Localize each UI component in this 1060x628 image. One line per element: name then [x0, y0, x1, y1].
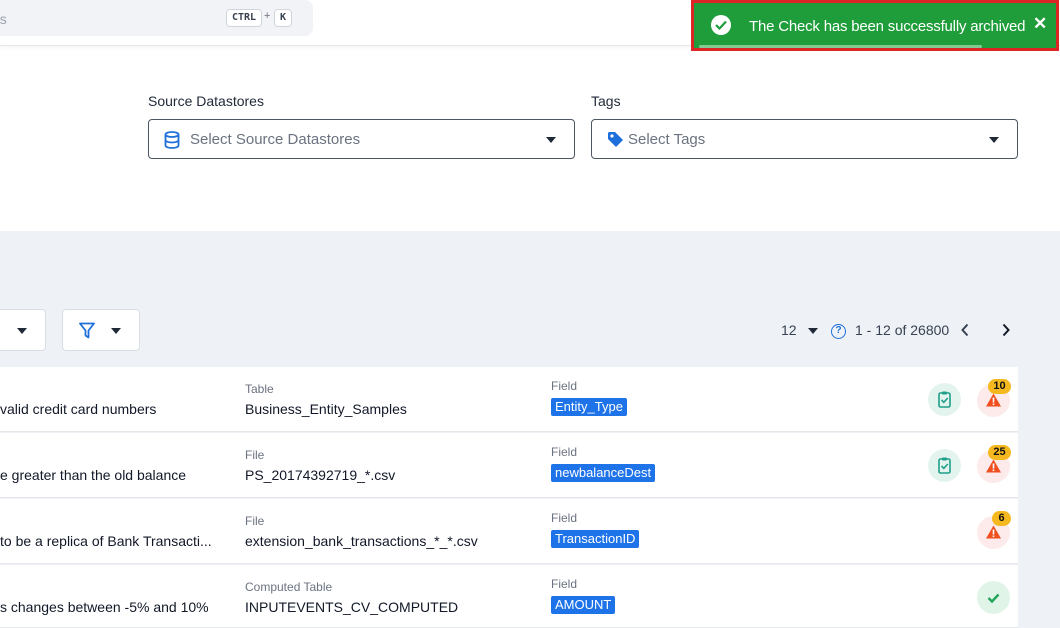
container-name: Business_Entity_Samples	[245, 401, 407, 417]
check-description: e greater than the old balance	[0, 467, 187, 483]
tag-icon	[607, 131, 624, 153]
container-name: PS_20174392719_*.csv	[245, 467, 396, 483]
check-icon[interactable]	[977, 581, 1010, 614]
table-row[interactable]: valid credit card numbers Table Business…	[0, 367, 1018, 432]
filter-button[interactable]	[62, 309, 140, 351]
chevron-down-icon	[989, 137, 999, 143]
container-type: Table	[245, 382, 274, 396]
search-input[interactable]: ds CTRL + K	[0, 0, 313, 36]
close-icon[interactable]: ✕	[1033, 14, 1047, 34]
field-label: Field	[551, 379, 578, 393]
search-placeholder: ds	[0, 11, 7, 27]
source-datastores-label: Source Datastores	[148, 93, 264, 109]
clipboard-check-icon[interactable]	[928, 383, 961, 416]
toast-message: The Check has been successfully archived	[749, 18, 1026, 35]
pagination-range: 1 - 12 of 26800	[855, 322, 950, 338]
check-circle-icon	[711, 15, 731, 35]
table-row[interactable]: to be a replica of Bank Transacti... Fil…	[0, 499, 1018, 564]
filter-icon	[79, 322, 95, 344]
container-name: INPUTEVENTS_CV_COMPUTED	[245, 599, 459, 615]
chevron-down-icon[interactable]	[808, 328, 818, 334]
chevron-down-icon	[111, 328, 121, 334]
check-description: valid credit card numbers	[0, 401, 157, 417]
chevron-down-icon	[546, 137, 556, 143]
field-chip[interactable]: TransactionID	[551, 530, 640, 548]
container-type: File	[245, 514, 265, 528]
anomaly-count-badge: 25	[988, 445, 1011, 460]
container-type: File	[245, 448, 265, 462]
shortcut-key-ctrl: CTRL	[226, 9, 263, 27]
shortcut-plus: +	[264, 10, 271, 22]
help-icon[interactable]: ?	[831, 324, 846, 339]
field-chip[interactable]: AMOUNT	[551, 596, 616, 614]
sort-dropdown[interactable]	[0, 309, 46, 351]
check-description: s changes between -5% and 10%	[0, 599, 209, 615]
success-toast: The Check has been successfully archived…	[691, 0, 1059, 51]
container-name: extension_bank_transactions_*_*.csv	[245, 533, 478, 549]
anomaly-count-badge: 6	[992, 511, 1011, 526]
tags-select[interactable]: Select Tags	[591, 119, 1018, 159]
table-row[interactable]: s changes between -5% and 10% Computed T…	[0, 565, 1018, 628]
field-chip[interactable]: newbalanceDest	[551, 464, 656, 482]
field-chip[interactable]: Entity_Type	[551, 398, 627, 416]
database-icon	[164, 131, 180, 154]
anomaly-count-badge: 10	[988, 379, 1011, 394]
table-row[interactable]: e greater than the old balance File PS_2…	[0, 433, 1018, 498]
field-label: Field	[551, 511, 578, 525]
prev-page-icon[interactable]	[960, 323, 970, 342]
tags-label: Tags	[591, 93, 621, 109]
page-size-select[interactable]: 12	[781, 322, 797, 338]
shortcut-key-k: K	[274, 9, 293, 27]
chevron-down-icon	[17, 328, 27, 334]
toast-progress-bar	[699, 45, 982, 48]
next-page-icon[interactable]	[1001, 323, 1011, 342]
tags-placeholder: Select Tags	[628, 131, 706, 148]
field-label: Field	[551, 445, 578, 459]
check-description: to be a replica of Bank Transacti...	[0, 533, 212, 549]
clipboard-check-icon[interactable]	[928, 449, 961, 482]
source-datastores-placeholder: Select Source Datastores	[190, 131, 361, 148]
source-datastores-select[interactable]: Select Source Datastores	[148, 119, 575, 159]
container-type: Computed Table	[245, 580, 333, 594]
field-label: Field	[551, 577, 578, 591]
